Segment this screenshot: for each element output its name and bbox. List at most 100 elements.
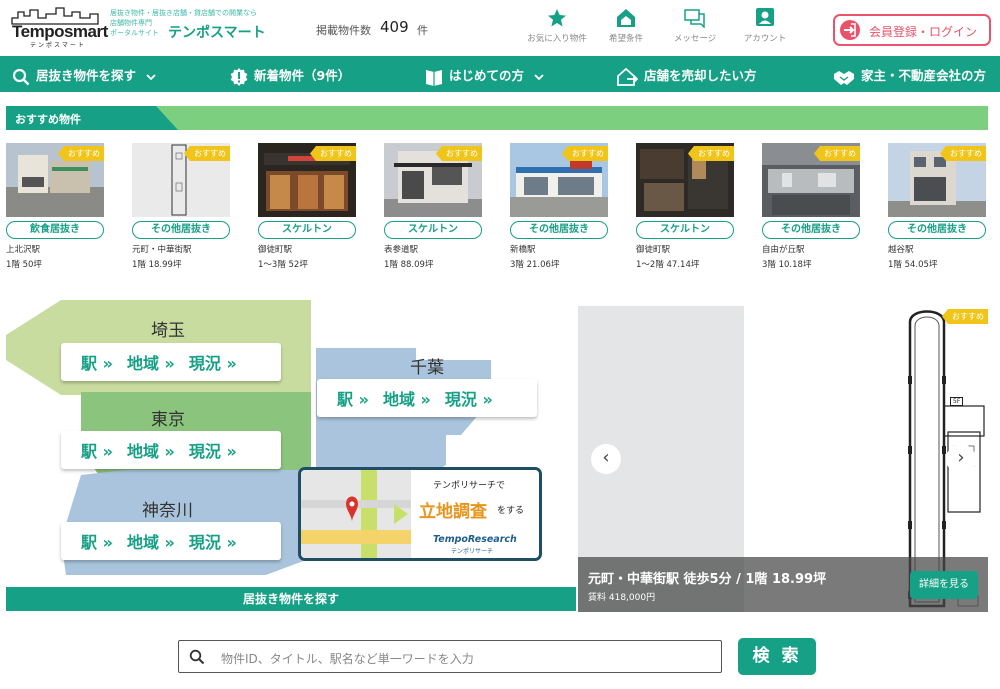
region-label-chiba: 千葉 xyxy=(410,358,444,378)
nav-preferences[interactable]: 希望条件 xyxy=(591,8,661,44)
nav-beginners[interactable]: はじめての方 xyxy=(425,65,550,86)
recommended-badge: おすすめ xyxy=(436,146,482,161)
floor-size: 3階 10.18坪 xyxy=(762,260,812,270)
recommended-badge: おすすめ xyxy=(58,146,104,161)
account-icon xyxy=(756,8,774,26)
property-card[interactable]: おすすめ 飲食居抜き 上北沢駅 1階 50坪 xyxy=(6,143,104,270)
nav-sell-store[interactable]: 店舗を売却したい方 xyxy=(616,65,757,86)
slider-caption: 元町・中華街駅 徒歩5分 / 1階 18.99坪 賃料 418,000円 詳細を… xyxy=(578,557,988,612)
station: 御徒町駅 xyxy=(258,245,293,255)
link-area[interactable]: 地域 » xyxy=(127,442,175,461)
recommended-badge: おすすめ xyxy=(942,309,988,324)
property-photo: おすすめ xyxy=(762,143,860,217)
nav-new-properties[interactable]: 新着物件（9件） xyxy=(230,65,350,86)
region-label-saitama: 埼玉 xyxy=(151,321,185,341)
house-arrow-icon xyxy=(617,67,639,86)
link-status[interactable]: 現況 » xyxy=(189,354,237,373)
alert-icon xyxy=(230,67,248,86)
slider-rent: 賃料 418,000円 xyxy=(588,593,656,603)
login-label: 会員登録・ログイン xyxy=(869,25,978,39)
slider-prev-button[interactable]: ‹ xyxy=(591,444,621,474)
nav-favorites[interactable]: お気に入り物件 xyxy=(522,8,592,44)
link-station[interactable]: 駅 » xyxy=(337,390,369,409)
listing-count-label: 掲載物件数 xyxy=(316,24,371,37)
station: 御徒町駅 xyxy=(636,245,671,255)
login-button[interactable]: 会員登録・ログイン xyxy=(833,14,991,46)
property-card[interactable]: おすすめ その他居抜き 自由が丘駅 3階 10.18坪 xyxy=(762,143,860,270)
temposmart-logo[interactable]: Temposmart テンポスマート xyxy=(10,6,108,49)
category-tag: その他居抜き xyxy=(888,221,986,239)
tempo-line-2: 立地調査 xyxy=(419,502,487,522)
property-card[interactable]: おすすめ スケルトン 御徒町駅 1～3階 52坪 xyxy=(258,143,356,270)
logo-text: Temposmart xyxy=(12,22,108,41)
recommended-header: おすすめ物件 xyxy=(6,106,988,130)
kanagawa-links: 駅 » 地域 » 現況 » xyxy=(61,522,281,560)
property-photo: おすすめ xyxy=(384,143,482,217)
tempo-research-banner[interactable]: テンポリサーチで 立地調査 をする TempoResearch テンポリサーチ xyxy=(298,467,542,561)
star-icon xyxy=(548,9,566,27)
recommended-badge: おすすめ xyxy=(940,146,986,161)
floor-size: 1階 88.09坪 xyxy=(384,260,434,270)
recommended-title: おすすめ物件 xyxy=(15,113,81,126)
station: 元町・中華街駅 xyxy=(132,245,192,255)
link-area[interactable]: 地域 » xyxy=(127,354,175,373)
recommended-badge: おすすめ xyxy=(184,146,230,161)
link-station[interactable]: 駅 » xyxy=(81,354,113,373)
detail-button[interactable]: 詳細を見る xyxy=(910,571,978,599)
property-card[interactable]: おすすめ その他居抜き 新橋駅 3階 21.06坪 xyxy=(510,143,608,270)
link-status[interactable]: 現況 » xyxy=(189,533,237,552)
search-box[interactable]: 物件ID、タイトル、駅名など単一ワードを入力 xyxy=(178,640,722,673)
property-card[interactable]: おすすめ スケルトン 表参道駅 1階 88.09坪 xyxy=(384,143,482,270)
region-label-tokyo: 東京 xyxy=(151,410,185,430)
listing-count-unit: 件 xyxy=(417,24,428,37)
link-area[interactable]: 地域 » xyxy=(127,533,175,552)
search-properties-band[interactable]: 居抜き物件を探す xyxy=(6,587,576,611)
nav-preferences-label: 希望条件 xyxy=(608,34,643,44)
tempo-logo: TempoResearch xyxy=(433,534,517,545)
link-area[interactable]: 地域 » xyxy=(383,390,431,409)
property-photo: おすすめ xyxy=(636,143,734,217)
chevron-down-icon xyxy=(146,73,157,80)
logo-subtext: テンポスマート xyxy=(30,42,86,49)
property-card[interactable]: おすすめ スケルトン 御徒町駅 1～2階 47.14坪 xyxy=(636,143,734,270)
header: Temposmart テンポスマート 居抜き物件・居抜き店舗・貸店舗での開業なら… xyxy=(0,0,1000,56)
link-status[interactable]: 現況 » xyxy=(445,390,493,409)
brand-name: テンポスマート xyxy=(168,25,266,41)
saitama-links: 駅 » 地域 » 現況 » xyxy=(61,343,281,381)
station: 自由が丘駅 xyxy=(762,245,805,255)
nav-search-properties[interactable]: 居抜き物件を探す xyxy=(12,65,162,86)
slider-next-button[interactable]: › xyxy=(946,444,976,474)
station: 表参道駅 xyxy=(384,245,419,255)
search-icon xyxy=(189,649,205,665)
nav-account[interactable]: アカウント xyxy=(730,8,800,44)
property-card[interactable]: おすすめ その他居抜き 元町・中華街駅 1階 18.99坪 xyxy=(132,143,230,270)
property-photo: おすすめ xyxy=(888,143,986,217)
tokyo-links: 駅 » 地域 » 現況 » xyxy=(61,431,281,469)
category-tag: その他居抜き xyxy=(132,221,230,239)
link-status[interactable]: 現況 » xyxy=(189,442,237,461)
link-station[interactable]: 駅 » xyxy=(81,442,113,461)
recommended-badge: おすすめ xyxy=(310,146,356,161)
recommended-badge: おすすめ xyxy=(688,146,734,161)
category-tag: その他居抜き xyxy=(510,221,608,239)
search-icon xyxy=(12,68,30,85)
property-photo: おすすめ xyxy=(258,143,356,217)
property-photo: おすすめ xyxy=(132,143,230,217)
search-input[interactable]: 物件ID、タイトル、駅名など単一ワードを入力 xyxy=(221,650,474,667)
nav-messages[interactable]: メッセージ xyxy=(660,8,730,44)
tempo-line-1: テンポリサーチで xyxy=(433,481,506,491)
property-card[interactable]: おすすめ その他居抜き 越谷駅 1階 54.05坪 xyxy=(888,143,986,270)
property-photo: おすすめ xyxy=(510,143,608,217)
recommended-badge: おすすめ xyxy=(814,146,860,161)
link-station[interactable]: 駅 » xyxy=(81,533,113,552)
nav-messages-label: メッセージ xyxy=(673,34,717,44)
listing-count: 409 xyxy=(380,18,409,36)
floor-level-label: 5F xyxy=(950,397,964,406)
nav-favorites-label: お気に入り物件 xyxy=(527,34,587,44)
nav-landlords[interactable]: 家主・不動産会社の方 xyxy=(833,65,986,86)
chiba-links: 駅 » 地域 » 現況 » xyxy=(317,379,537,417)
category-tag: その他居抜き xyxy=(762,221,860,239)
arrow-right-icon xyxy=(394,504,408,524)
search-button[interactable]: 検 索 xyxy=(738,638,816,675)
category-tag: スケルトン xyxy=(636,221,734,239)
